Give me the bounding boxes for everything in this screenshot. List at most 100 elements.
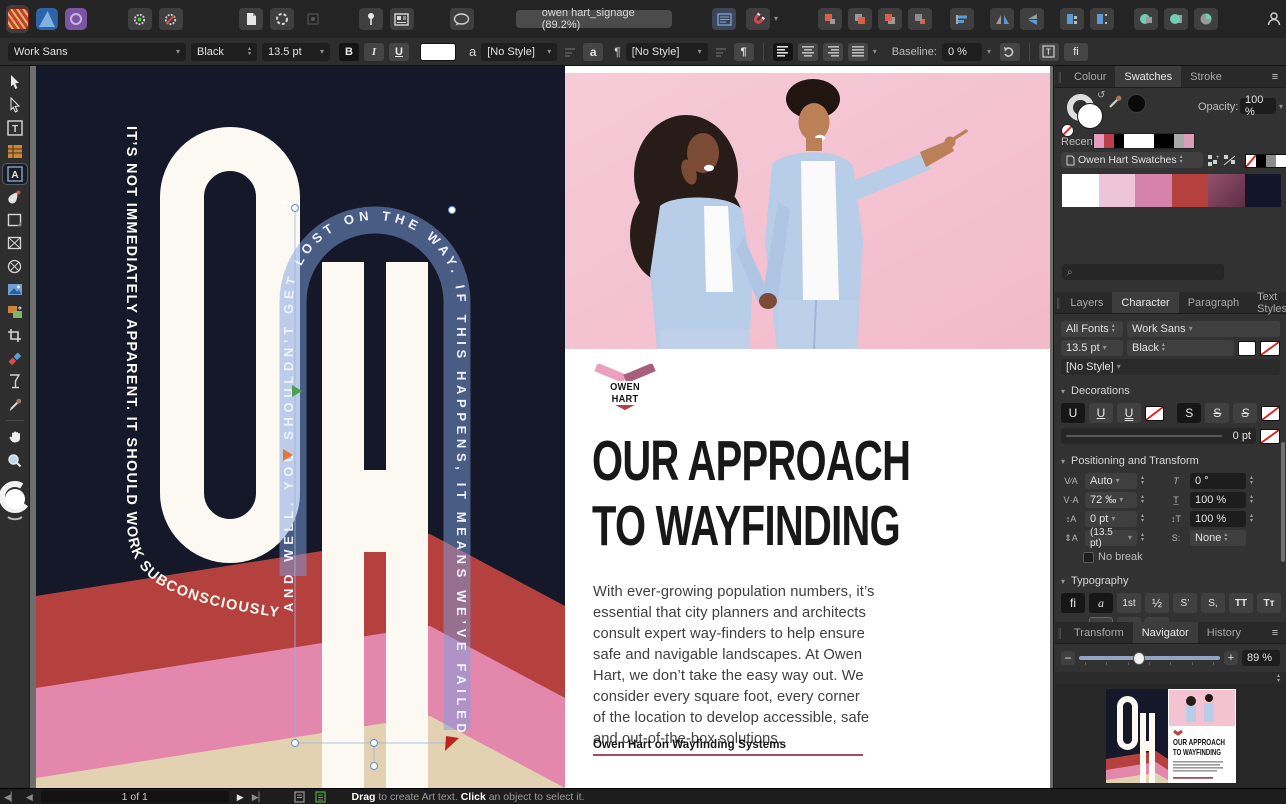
picture-frame-rectangle-tool[interactable]: [3, 233, 27, 253]
palette-swatch[interactable]: [1099, 174, 1136, 207]
palette-swatch[interactable]: [1172, 174, 1209, 207]
next-page-button[interactable]: ▶: [233, 792, 248, 803]
new-document-button[interactable]: [239, 8, 263, 30]
subscript-button[interactable]: S,: [1201, 593, 1225, 613]
pin-button[interactable]: [359, 8, 383, 30]
reset-baseline-button[interactable]: [1000, 43, 1020, 61]
shear-input[interactable]: 0 °: [1190, 473, 1246, 489]
preferences-gear-button[interactable]: [128, 8, 152, 30]
baseline-shift-select[interactable]: 0 pt ▾: [1085, 511, 1137, 527]
tab-layers[interactable]: Layers: [1061, 292, 1112, 313]
tracking-select[interactable]: 72 ‰ ▾: [1085, 492, 1137, 508]
opacity-input[interactable]: 100 %: [1240, 98, 1276, 114]
first-page-button[interactable]: ◀▏: [0, 792, 22, 803]
white-swatch[interactable]: [1276, 155, 1286, 167]
strike-double-button[interactable]: S: [1233, 403, 1257, 423]
font-weight-select[interactable]: Black ▴▾: [191, 43, 257, 61]
baseline-input[interactable]: 0 %: [942, 43, 982, 61]
tab-colour[interactable]: Colour: [1065, 66, 1115, 87]
underline-button[interactable]: U: [389, 43, 409, 61]
character-style-select[interactable]: [No Style] ▾: [481, 43, 557, 61]
artistic-text-tool[interactable]: A: [3, 164, 27, 184]
document-spread[interactable]: IT’S NOT IMMEDIATELY APPARENT. IT SHOULD…: [30, 66, 1053, 788]
zoom-slider[interactable]: [1079, 651, 1220, 665]
recent-swatch[interactable]: [1124, 134, 1134, 148]
node-tool[interactable]: [3, 95, 27, 115]
font-family-select[interactable]: Work Sans ▾: [8, 43, 186, 61]
panel-font-family-select[interactable]: Work Sans ▾: [1127, 321, 1280, 337]
move-forward-button[interactable]: [848, 8, 872, 30]
all-caps-button[interactable]: TT: [1229, 593, 1253, 613]
zoom-value-input[interactable]: 89 %: [1242, 650, 1280, 666]
zoom-slider-track[interactable]: [1079, 656, 1220, 660]
positioning-section-header[interactable]: ▾ Positioning and Transform: [1055, 451, 1286, 471]
zoom-out-button[interactable]: −: [1061, 651, 1075, 665]
panel-fill-swatch[interactable]: [1238, 341, 1256, 356]
opacity-dropdown-arrow[interactable]: ▾: [1279, 103, 1283, 111]
open-document-button[interactable]: [270, 8, 294, 30]
align-left-button[interactable]: [773, 43, 793, 61]
zoom-tool[interactable]: [3, 450, 27, 470]
no-break-checkbox[interactable]: [1083, 552, 1094, 563]
scale-text-frame-button[interactable]: T: [1039, 43, 1059, 61]
strike-single-button[interactable]: S: [1205, 403, 1229, 423]
recent-swatch[interactable]: [1184, 134, 1194, 148]
panel-stroke-swatch[interactable]: [1260, 341, 1280, 356]
notes-button[interactable]: [390, 8, 414, 30]
ligatures-button[interactable]: fi: [1061, 593, 1085, 613]
tool-settings-gear-button[interactable]: [159, 8, 183, 30]
selection-handle[interactable]: [371, 763, 378, 770]
group-button[interactable]: [1060, 8, 1084, 30]
flip-vertical-button[interactable]: [1020, 8, 1044, 30]
pen-tool[interactable]: [3, 187, 27, 207]
underline-single-button[interactable]: U: [1089, 403, 1113, 423]
photo-app-button[interactable]: [65, 5, 88, 33]
owen-hart-logo[interactable]: OWEN HART: [593, 364, 657, 417]
document-title[interactable]: owen hart_signage (89.2%): [516, 10, 672, 28]
slider-track[interactable]: [1066, 435, 1222, 437]
recent-swatch[interactable]: [1134, 134, 1144, 148]
strike-colour-swatch[interactable]: [1261, 406, 1280, 421]
alternates-button[interactable]: a: [1089, 593, 1113, 613]
selection-handle[interactable]: [292, 740, 299, 747]
recent-swatch[interactable]: [1094, 134, 1104, 148]
font-size-select[interactable]: 13.5 pt ▾: [262, 43, 330, 61]
decorations-section-header[interactable]: ▾ Decorations: [1055, 381, 1286, 401]
update-paragraph-style-button[interactable]: [713, 44, 729, 60]
page-proof-icon[interactable]: [294, 791, 305, 803]
alignment-dropdown-arrow[interactable]: ▾: [873, 48, 877, 56]
boolean-divide-button[interactable]: [1194, 8, 1218, 30]
show-special-characters-button[interactable]: ¶: [734, 43, 754, 61]
recent-swatch[interactable]: [1104, 134, 1114, 148]
superscript-button[interactable]: S’: [1173, 593, 1197, 613]
account-button[interactable]: [1262, 8, 1286, 30]
panel-font-weight-select[interactable]: Black ▴▾: [1127, 340, 1234, 356]
fill-stroke-selector[interactable]: [0, 481, 30, 526]
linked-resource-button[interactable]: [301, 8, 325, 30]
decoration-stroke-slider[interactable]: 0 pt: [1061, 428, 1256, 444]
zoom-in-button[interactable]: +: [1224, 651, 1238, 665]
place-image-tool[interactable]: [3, 279, 27, 299]
paragraph-style-select[interactable]: [No Style] ▾: [626, 43, 708, 61]
move-backward-button[interactable]: [878, 8, 902, 30]
move-to-back-button[interactable]: [908, 8, 932, 30]
tab-text-styles[interactable]: Text Styles: [1248, 292, 1286, 313]
move-to-front-button[interactable]: [818, 8, 842, 30]
preflight-ok-icon[interactable]: [315, 791, 326, 803]
designer-app-button[interactable]: [35, 5, 58, 33]
panel-menu-icon[interactable]: ≡: [1264, 622, 1286, 643]
tab-history[interactable]: History: [1198, 622, 1250, 643]
previous-page-button[interactable]: ◀: [22, 792, 37, 803]
tab-paragraph[interactable]: Paragraph: [1179, 292, 1248, 313]
underline-double-button[interactable]: U: [1117, 403, 1141, 423]
page-indicator[interactable]: 1 of 1: [41, 791, 229, 803]
publisher-app-button[interactable]: [6, 5, 29, 33]
panel-font-size-select[interactable]: 13.5 pt ▾: [1061, 340, 1123, 356]
ordinals-button[interactable]: 1st: [1117, 593, 1141, 613]
frame-text-tool[interactable]: T: [3, 118, 27, 138]
recent-swatch[interactable]: [1174, 134, 1184, 148]
baseline-dropdown-arrow[interactable]: ▾: [987, 48, 991, 56]
canvas-area[interactable]: IT’S NOT IMMEDIATELY APPARENT. IT SHOULD…: [30, 66, 1053, 788]
fill-colour-well[interactable]: [1077, 103, 1103, 129]
replace-image-tool[interactable]: [3, 302, 27, 322]
